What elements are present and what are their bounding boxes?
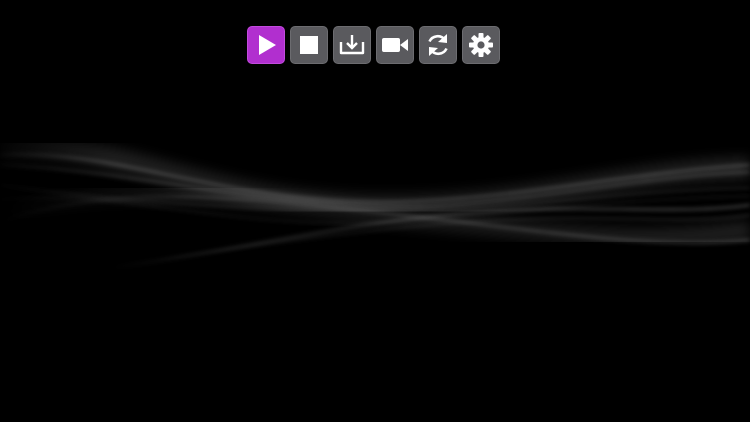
video-camera-icon — [382, 38, 408, 52]
stop-button[interactable] — [290, 26, 328, 64]
play-button[interactable] — [247, 26, 285, 64]
settings-button[interactable] — [462, 26, 500, 64]
stop-icon — [300, 36, 318, 54]
refresh-icon — [428, 34, 448, 56]
video-player-stage — [0, 0, 750, 422]
media-toolbar — [247, 26, 500, 64]
gear-icon — [469, 33, 493, 57]
record-video-button[interactable] — [376, 26, 414, 64]
play-icon — [259, 35, 276, 55]
refresh-button[interactable] — [419, 26, 457, 64]
download-icon — [339, 35, 365, 55]
download-button[interactable] — [333, 26, 371, 64]
